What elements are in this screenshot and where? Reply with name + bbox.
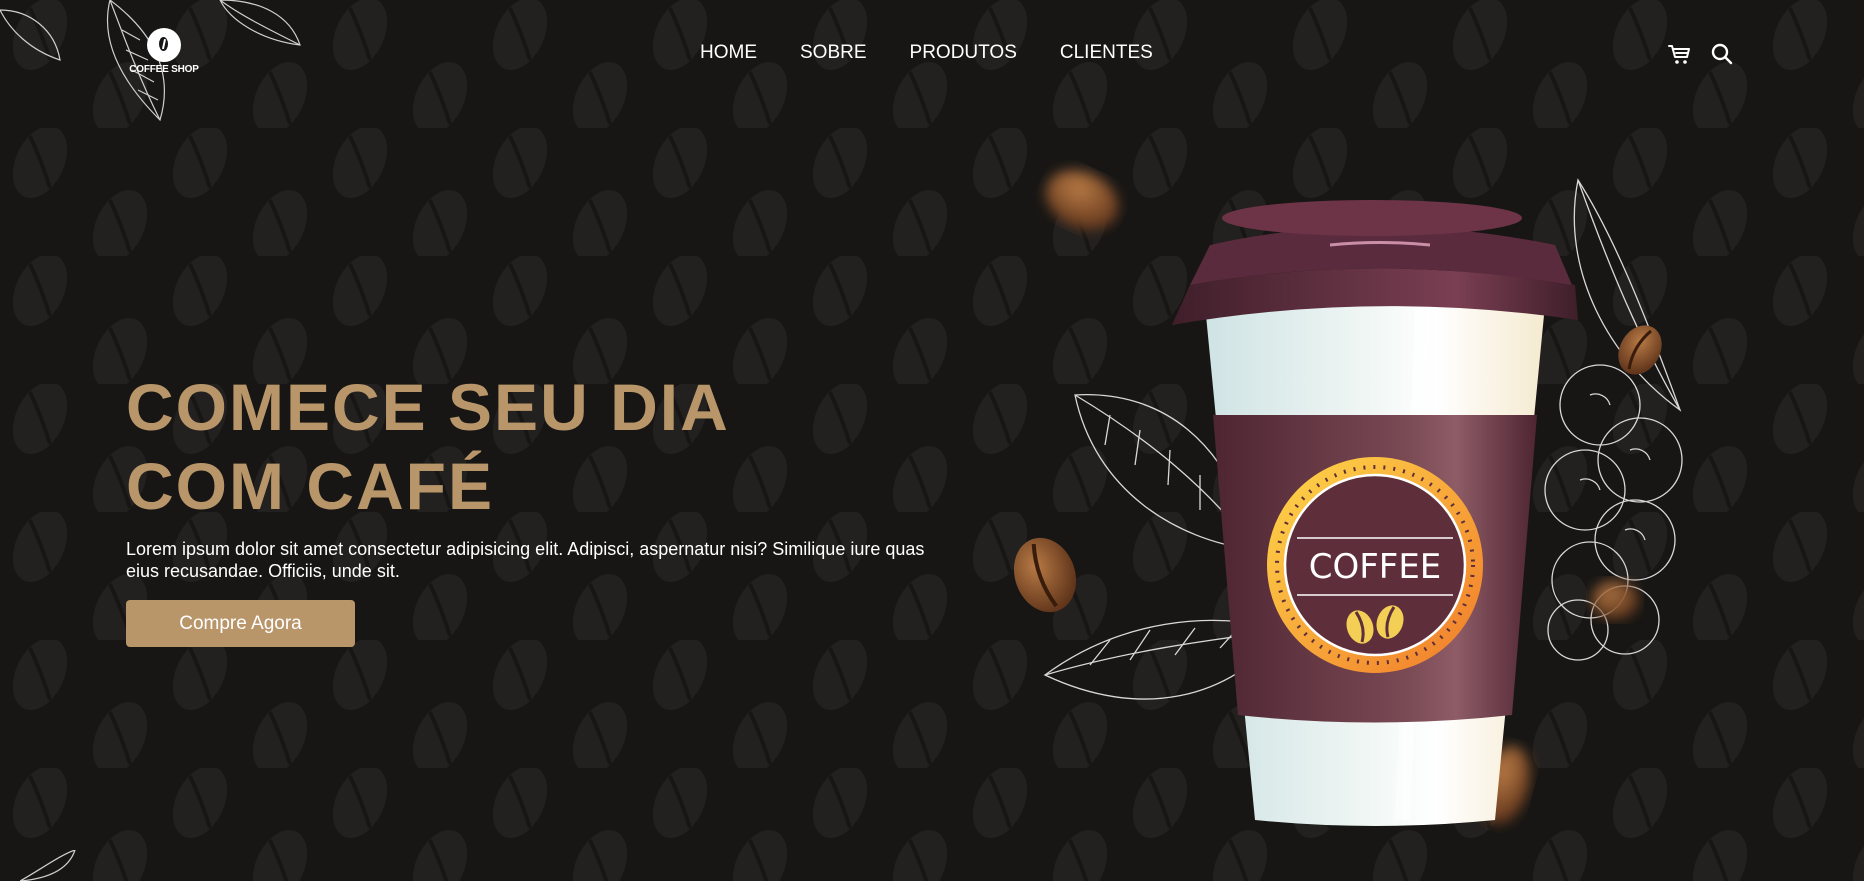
hero-description: Lorem ipsum dolor sit amet consectetur a… [126,539,925,581]
nav-clientes[interactable]: CLIENTES [1060,42,1153,64]
nav-home[interactable]: HOME [700,42,757,64]
logo-text: COFFEE SHOP [129,64,199,75]
logo[interactable]: COFFEE SHOP [124,28,204,84]
coffee-badge: COFFEE [1267,457,1483,673]
nav-produtos[interactable]: PRODUTOS [910,42,1017,64]
nav-sobre[interactable]: SOBRE [800,42,867,64]
hero-title: COMECE SEU DIA COM CAFÉ [126,368,926,526]
header-actions [1668,42,1734,66]
coffee-bean-blurred [1045,169,1119,231]
coffee-cup-illustration: COFFEE [1013,169,1683,826]
hero-section: COMECE SEU DIA COM CAFÉ Lorem ipsum dolo… [126,368,926,647]
hero-title-line1: COMECE SEU DIA [126,370,730,444]
hero-title-line2: COM CAFÉ [126,449,494,523]
cart-icon[interactable] [1668,42,1692,66]
coffee-bean [1013,537,1077,613]
coffee-bean-blurred [1591,580,1639,620]
cup-label: COFFEE [1309,547,1442,587]
main-nav: HOME SOBRE PRODUTOS CLIENTES [700,42,1153,64]
leaf-decoration [20,850,76,881]
coffee-bean-icon [147,28,181,62]
buy-now-button[interactable]: Compre Agora [126,600,355,647]
search-icon[interactable] [1710,42,1734,66]
